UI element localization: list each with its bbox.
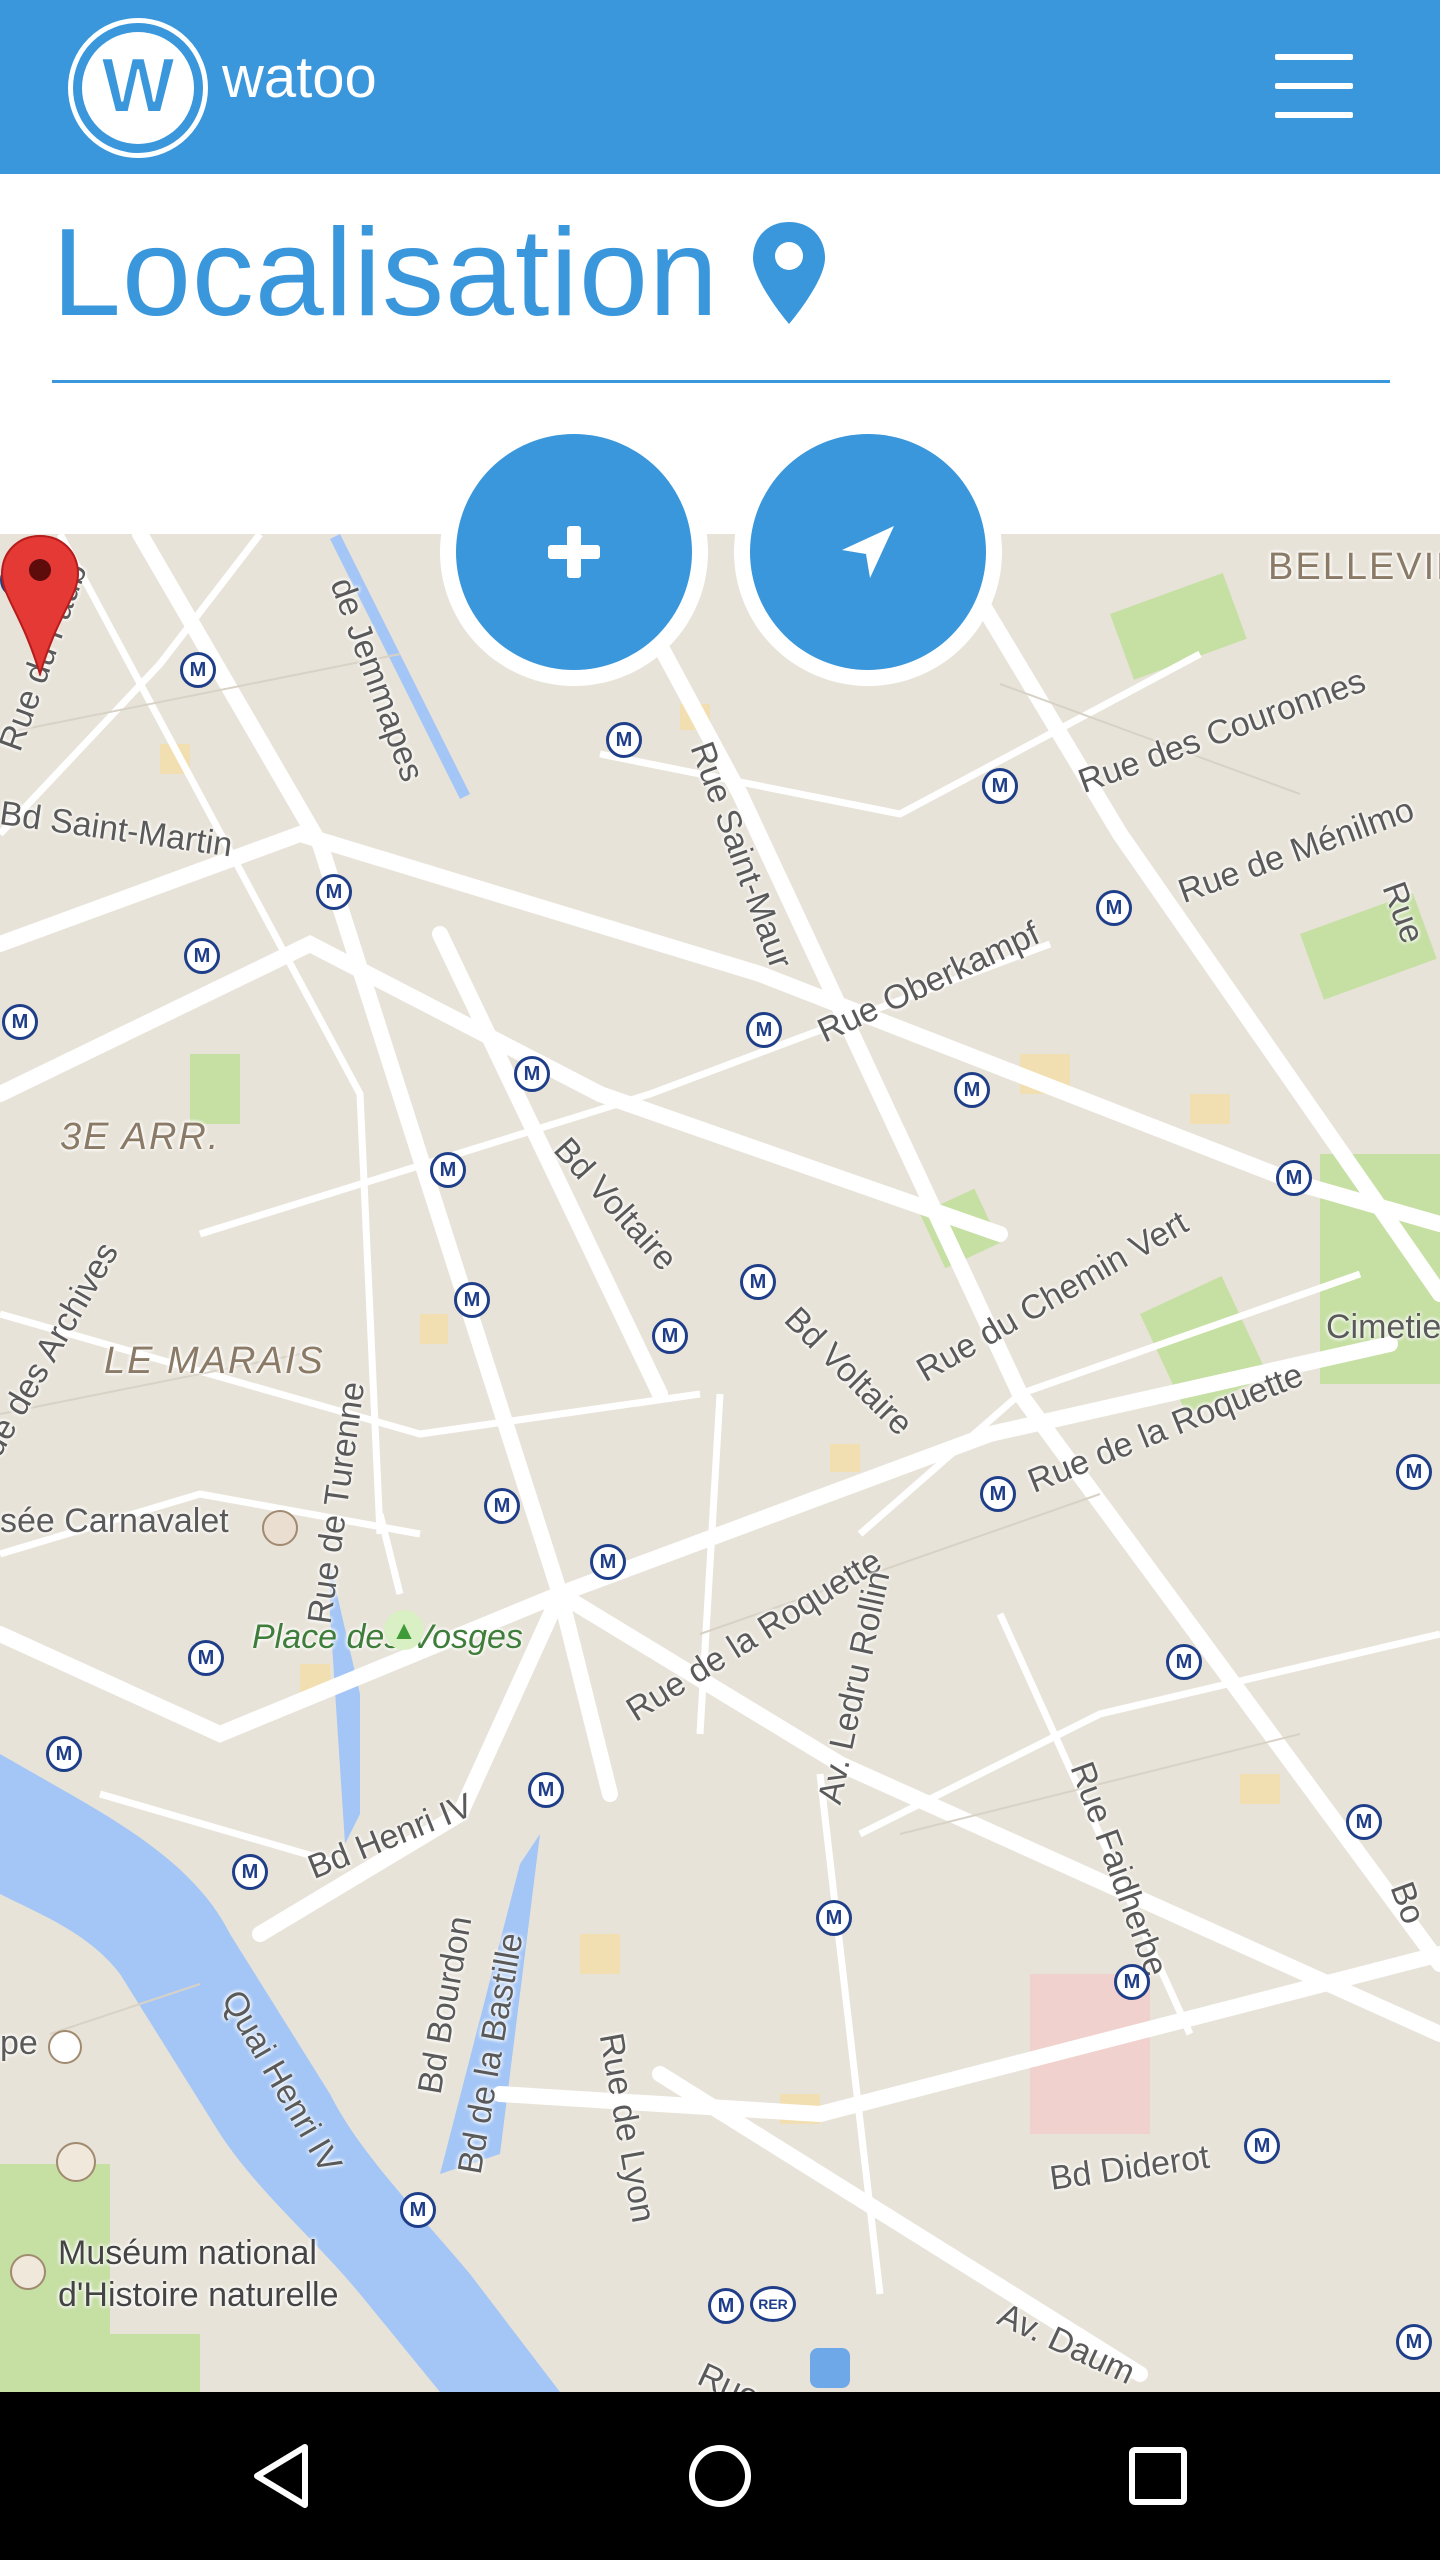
metro-station-icon[interactable]: M [590, 1544, 626, 1580]
back-button[interactable] [232, 2426, 332, 2526]
metro-station-icon[interactable]: M [430, 1152, 466, 1188]
add-button[interactable] [440, 418, 708, 686]
map-label-area: 3E ARR. [60, 1116, 221, 1158]
metro-station-icon[interactable]: M [816, 1900, 852, 1936]
navigation-arrow-icon [842, 526, 894, 578]
map-label-poi: Muséum national [58, 2234, 317, 2272]
home-circle-icon [689, 2445, 751, 2507]
watoo-logo-icon: W [100, 40, 176, 130]
park-tree-icon[interactable]: ▲ [384, 1610, 424, 1650]
landmark-icon[interactable] [48, 2030, 82, 2064]
map-label-area: LE MARAIS [104, 1340, 325, 1382]
school-icon[interactable] [56, 2142, 96, 2182]
metro-station-icon[interactable]: M [746, 1012, 782, 1048]
map-view[interactable]: BELLEVIL Rue du Faub de Jemmapes Bd Sain… [0, 534, 1440, 2392]
map-label-area: Cimetie [1326, 1308, 1440, 1346]
bus-station-icon[interactable] [810, 2348, 850, 2388]
museum-icon[interactable] [10, 2254, 46, 2290]
map-label-street: pe [0, 2024, 38, 2062]
metro-station-icon[interactable]: M [708, 2288, 744, 2324]
metro-station-icon[interactable]: M [982, 768, 1018, 804]
metro-station-icon[interactable]: M [652, 1318, 688, 1354]
metro-station-icon[interactable]: M [1096, 890, 1132, 926]
metro-station-icon[interactable]: M [954, 1072, 990, 1108]
back-triangle-icon [254, 2444, 308, 2508]
metro-station-icon[interactable]: M [184, 938, 220, 974]
map-label-area: BELLEVIL [1268, 546, 1440, 588]
map-label-poi: sée Carnavalet [0, 1502, 229, 1540]
metro-station-icon[interactable]: M [1276, 1160, 1312, 1196]
metro-station-icon[interactable]: M [2, 1004, 38, 1040]
museum-icon[interactable] [262, 1510, 298, 1546]
metro-station-icon[interactable]: M [316, 874, 352, 910]
metro-station-icon[interactable]: M [1396, 1454, 1432, 1490]
app-name: watoo [222, 45, 377, 110]
recents-square-icon [1129, 2447, 1187, 2505]
map-label-poi: d'Histoire naturelle [58, 2276, 339, 2314]
metro-station-icon[interactable]: M [606, 722, 642, 758]
rer-station-icon[interactable]: RER [750, 2286, 796, 2322]
recents-button[interactable] [1108, 2426, 1208, 2526]
app-header: W watoo [0, 0, 1440, 174]
locate-me-button[interactable] [734, 418, 1002, 686]
watoo-logo[interactable]: W [68, 18, 208, 158]
metro-station-icon[interactable]: M [1244, 2128, 1280, 2164]
page-title: Localisation [52, 204, 719, 342]
metro-station-icon[interactable]: M [514, 1056, 550, 1092]
system-navigation-bar [0, 2392, 1440, 2560]
metro-station-icon[interactable]: M [180, 652, 216, 688]
location-pin-icon[interactable] [0, 534, 80, 676]
plus-icon [548, 526, 600, 578]
page-header: Localisation [52, 198, 829, 348]
title-divider [52, 380, 1390, 383]
metro-station-icon[interactable]: M [1114, 1964, 1150, 2000]
hamburger-menu-icon[interactable] [1270, 54, 1358, 118]
metro-station-icon[interactable]: M [188, 1640, 224, 1676]
metro-station-icon[interactable]: M [1346, 1804, 1382, 1840]
home-button[interactable] [670, 2426, 770, 2526]
map-marker-icon [752, 222, 825, 324]
metro-station-icon[interactable]: M [484, 1488, 520, 1524]
metro-station-icon[interactable]: M [528, 1772, 564, 1808]
svg-text:W: W [101, 41, 175, 129]
metro-station-icon[interactable]: M [232, 1854, 268, 1890]
metro-station-icon[interactable]: M [740, 1264, 776, 1300]
metro-station-icon[interactable]: M [1396, 2324, 1432, 2360]
metro-station-icon[interactable]: M [400, 2192, 436, 2228]
metro-station-icon[interactable]: M [454, 1282, 490, 1318]
metro-station-icon[interactable]: M [1166, 1644, 1202, 1680]
metro-station-icon[interactable]: M [46, 1736, 82, 1772]
metro-station-icon[interactable]: M [980, 1476, 1016, 1512]
